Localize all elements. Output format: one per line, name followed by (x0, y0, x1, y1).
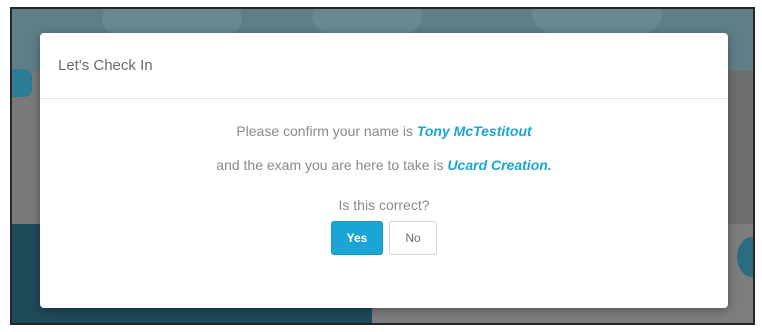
yes-button[interactable]: Yes (331, 221, 383, 255)
exam-name: Ucard Creation. (447, 157, 552, 173)
check-in-modal: Let's Check In Please confirm your name … (40, 33, 728, 308)
background-side-tab (12, 69, 32, 97)
modal-header: Let's Check In (40, 33, 728, 99)
modal-body: Please confirm your name is Tony McTesti… (40, 99, 728, 255)
app-window: Let's Check In Please confirm your name … (10, 7, 755, 325)
exam-confirmation-line: and the exam you are here to take is Uca… (40, 155, 728, 175)
exam-confirmation-text: and the exam you are here to take is (216, 157, 444, 173)
modal-title: Let's Check In (58, 57, 153, 74)
no-button[interactable]: No (389, 221, 437, 255)
candidate-name: Tony McTestitout (416, 123, 532, 139)
confirmation-buttons: Yes No (40, 221, 728, 255)
confirmation-question: Is this correct? (338, 197, 430, 213)
name-confirmation-line: Please confirm your name is Tony McTesti… (40, 121, 728, 141)
name-confirmation-text: Please confirm your name is (236, 123, 413, 139)
